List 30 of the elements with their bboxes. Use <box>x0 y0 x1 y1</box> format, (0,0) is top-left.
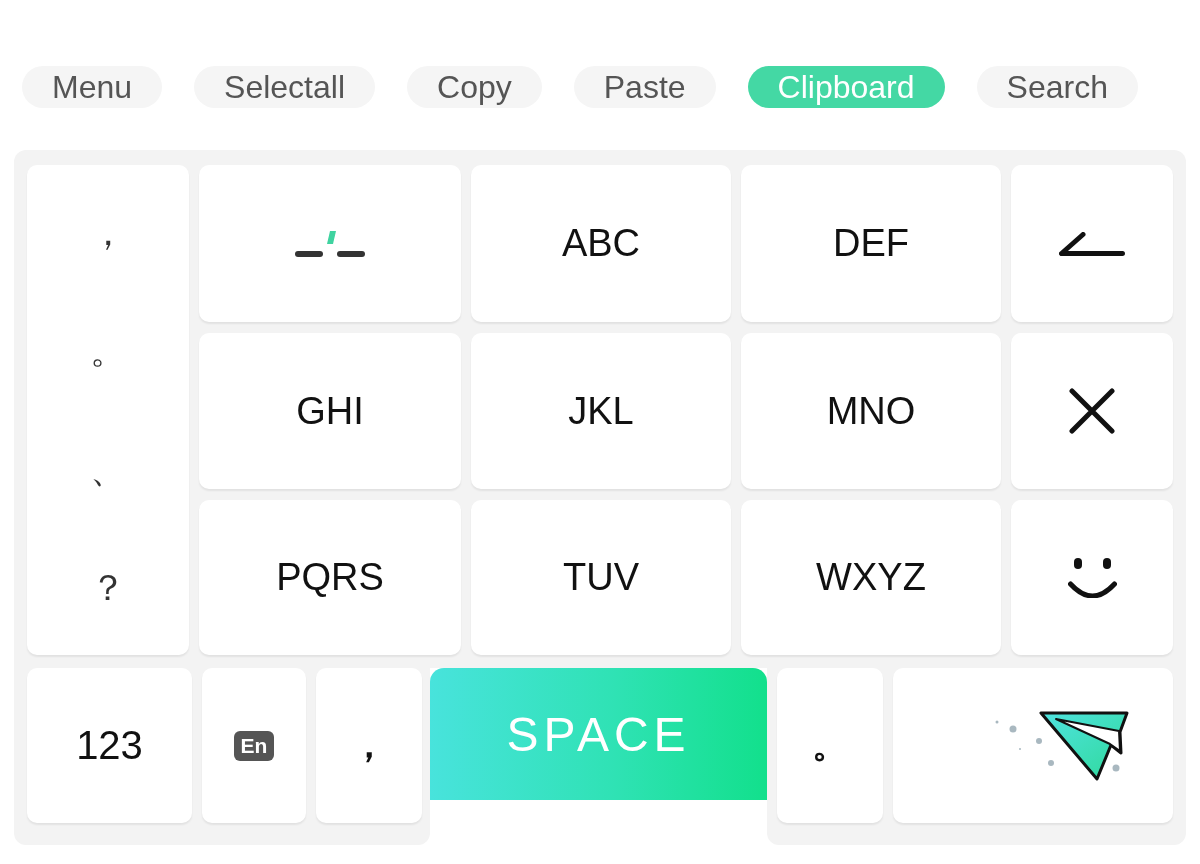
smiley-icon <box>1067 557 1117 598</box>
numbers-key[interactable]: 123 <box>27 668 192 823</box>
backspace-key[interactable] <box>1011 165 1173 322</box>
letter-key[interactable]: TUV <box>471 500 731 655</box>
punctuation-key[interactable]: ， <box>316 668 422 823</box>
toolbar-button[interactable]: Search <box>976 66 1138 108</box>
punctuation-key[interactable]: 、 <box>82 447 134 491</box>
letter-key[interactable]: WXYZ <box>741 500 1001 655</box>
cross-icon <box>1069 388 1115 434</box>
letter-key[interactable]: PQRS <box>199 500 461 655</box>
punctuation-key[interactable]: 。 <box>777 668 883 823</box>
punctuation-key[interactable]: ， <box>82 210 134 254</box>
toolbar-button[interactable]: Copy <box>407 66 542 108</box>
punctuation-key[interactable]: ？ <box>82 566 134 610</box>
clear-key[interactable] <box>1011 333 1173 489</box>
letter-key[interactable]: DEF <box>741 165 1001 322</box>
emoji-key[interactable] <box>1011 500 1173 655</box>
toolbar-button[interactable]: Selectall <box>194 66 375 108</box>
language-key[interactable]: En <box>202 668 306 823</box>
dash-apostrophe-icon <box>295 230 365 257</box>
paper-plane-icon <box>994 709 1130 782</box>
punctuation-key[interactable]: 。 <box>82 329 134 373</box>
toolbar-button[interactable]: Paste <box>573 66 716 108</box>
separator-key[interactable] <box>199 165 461 322</box>
send-key[interactable] <box>893 668 1173 823</box>
letter-key[interactable]: JKL <box>471 333 731 489</box>
letter-key[interactable]: GHI <box>199 333 461 489</box>
letter-key[interactable]: MNO <box>741 333 1001 489</box>
toolbar-button[interactable]: Menu <box>22 66 163 108</box>
letter-key[interactable]: ABC <box>471 165 731 322</box>
